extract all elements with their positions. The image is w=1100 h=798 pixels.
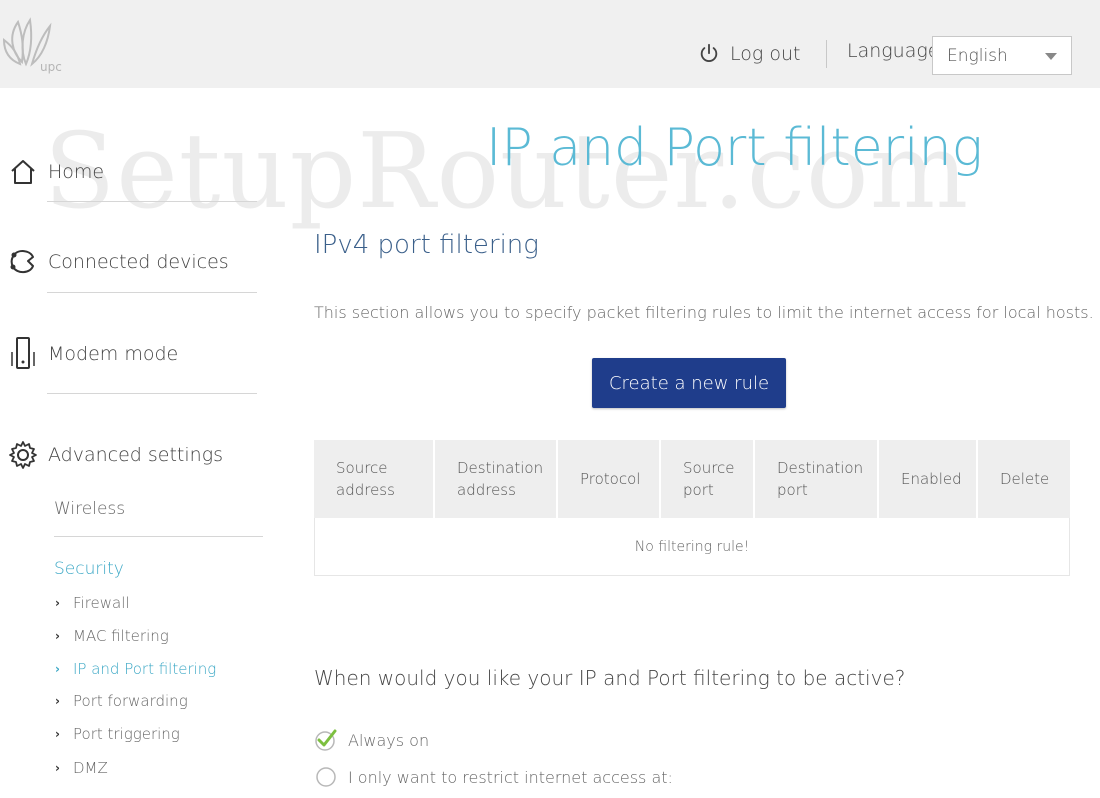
checkmark-radio-icon	[315, 729, 337, 751]
language-value: English	[947, 45, 1008, 66]
logout-label: Log out	[730, 43, 801, 65]
column-header-line: Destination	[457, 459, 544, 477]
option-label: I only want to restrict internet access …	[348, 767, 673, 787]
section-title: IPv4 port filtering	[314, 230, 539, 260]
sidebar-link-label: Port forwarding	[73, 692, 188, 710]
sidebar-item-advanced-settings[interactable]: Advanced settings	[8, 440, 223, 470]
sidebar-link-label: Firewall	[73, 594, 130, 612]
sidebar-link-label: IP and Port filtering	[73, 660, 217, 678]
sidebar-link-label: Port triggering	[73, 725, 180, 743]
chevron-right-icon: ›	[55, 727, 60, 741]
sidebar-divider	[47, 292, 257, 293]
column-header-protocol: Protocol	[558, 440, 661, 518]
column-header-line: Source	[683, 459, 735, 477]
column-header-line: port	[683, 481, 714, 499]
sidebar-sub-security[interactable]: Security	[54, 559, 124, 579]
empty-table-message: No filtering rule!	[314, 518, 1070, 576]
sidebar-link-dmz[interactable]: › DMZ	[55, 759, 108, 777]
column-header-enabled: Enabled	[879, 440, 978, 518]
column-header-line: Destination	[777, 459, 864, 477]
sidebar-link-label: MAC filtering	[73, 627, 169, 645]
power-icon	[700, 43, 718, 62]
create-rule-button[interactable]: Create a new rule	[592, 358, 786, 408]
chevron-right-icon: ›	[55, 694, 60, 708]
table-header-row: Source address Destination address Proto…	[314, 440, 1070, 518]
column-header-source-address: Source address	[314, 440, 435, 518]
home-icon	[11, 160, 35, 184]
gear-icon	[9, 441, 37, 469]
sidebar-sub-wireless[interactable]: Wireless	[54, 499, 125, 519]
sidebar-divider	[47, 201, 257, 202]
chevron-right-icon: ›	[55, 761, 60, 775]
devices-icon	[10, 250, 34, 274]
chevron-down-icon	[1045, 53, 1057, 60]
sidebar-item-label: Advanced settings	[48, 444, 223, 466]
sidebar-link-firewall[interactable]: › Firewall	[55, 594, 130, 612]
radio-empty-icon	[316, 767, 336, 787]
option-label: Always on	[348, 730, 430, 750]
sidebar-link-label: DMZ	[73, 759, 108, 777]
sidebar-item-label: Modem mode	[48, 343, 179, 365]
header-divider	[826, 40, 827, 68]
column-header-line: Enabled	[901, 470, 962, 488]
sidebar-item-modem-mode[interactable]: Modem mode	[8, 336, 178, 372]
sidebar-divider	[47, 393, 257, 394]
option-restrict-schedule[interactable]: I only want to restrict internet access …	[314, 765, 673, 789]
sidebar-link-port-forwarding[interactable]: › Port forwarding	[55, 692, 188, 710]
column-header-line: address	[336, 481, 395, 499]
language-label: Language	[847, 40, 940, 62]
column-header-line: Protocol	[580, 470, 641, 488]
sidebar-link-port-triggering[interactable]: › Port triggering	[55, 725, 180, 743]
option-always-on[interactable]: Always on	[314, 728, 429, 752]
modem-icon	[11, 337, 35, 369]
chevron-right-icon: ›	[55, 662, 60, 676]
logout-button[interactable]: Log out	[698, 38, 800, 70]
column-header-delete: Delete	[978, 440, 1070, 518]
table-row: No filtering rule!	[314, 518, 1070, 576]
top-header: upc Log out Language English	[0, 0, 1100, 88]
sidebar-item-label: Home	[48, 161, 105, 183]
section-description: This section allows you to specify packe…	[314, 303, 1094, 322]
column-header-source-port: Source port	[661, 440, 755, 518]
column-header-line: Source	[336, 459, 388, 477]
sidebar-link-ip-port-filtering[interactable]: › IP and Port filtering	[55, 660, 216, 678]
column-header-destination-address: Destination address	[435, 440, 558, 518]
sidebar-item-connected-devices[interactable]: Connected devices	[8, 247, 229, 277]
language-select[interactable]: English	[932, 36, 1072, 75]
sidebar-divider	[54, 536, 263, 537]
sidebar-link-mac-filtering[interactable]: › MAC filtering	[55, 627, 169, 645]
column-header-line: Delete	[1000, 470, 1050, 488]
chevron-right-icon: ›	[55, 596, 60, 610]
column-header-destination-port: Destination port	[755, 440, 879, 518]
filter-rules-table: Source address Destination address Proto…	[314, 440, 1070, 576]
logo-text: upc	[40, 60, 62, 74]
column-header-line: address	[457, 481, 516, 499]
chevron-right-icon: ›	[55, 629, 60, 643]
sidebar-item-home[interactable]: Home	[8, 157, 104, 187]
column-header-line: port	[777, 481, 808, 499]
sidebar-item-label: Connected devices	[48, 251, 229, 273]
page-title: IP and Port filtering	[486, 118, 983, 178]
schedule-question: When would you like your IP and Port fil…	[314, 666, 906, 690]
